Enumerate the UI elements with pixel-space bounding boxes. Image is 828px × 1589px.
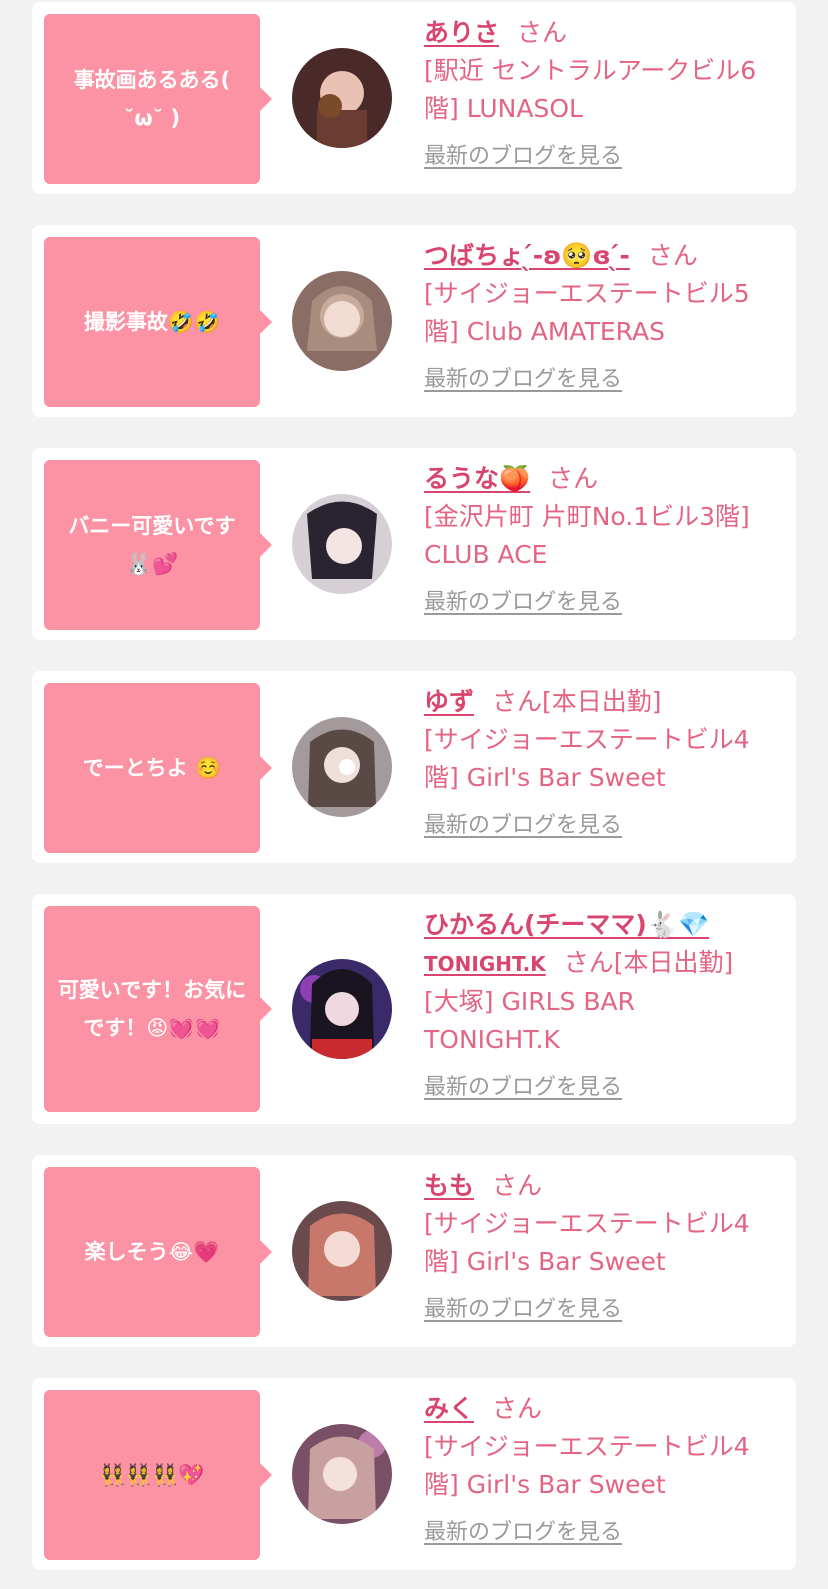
latest-blog-link[interactable]: 最新のブログを見る (424, 1295, 622, 1325)
comment-bubble: 事故画あるある( ˘ω˘ ) (44, 14, 272, 184)
list-item: バニー可愛いです 🐰💕 るうな🍑 さん [金沢片町 片町No.1ビル3階] CLU… (32, 448, 796, 640)
name-row-sub: TONIGHT.K さん[本日出勤] (424, 944, 774, 983)
cast-info: ひかるん(チーママ)🐇💎 TONIGHT.K さん[本日出勤] [大塚] GIRL… (424, 906, 774, 1105)
name-suffix: さん (517, 18, 568, 47)
list-item: 可愛いです！お気にです！😡💓💓 ひかるん(チーママ)🐇💎 TONIGHT.K さん… (32, 894, 796, 1124)
latest-blog-link[interactable]: 最新のブログを見る (424, 142, 622, 172)
blog-feed: 事故画あるある( ˘ω˘ ) ありさ さん [駅近 セントラルアークビル6階] L… (0, 0, 828, 1589)
cast-subname-link[interactable]: TONIGHT.K (424, 952, 546, 976)
shop-info: [サイジョーエステートビル5階] Club AMATERAS (424, 279, 750, 346)
cast-name-link[interactable]: もも (424, 1171, 474, 1200)
list-item: でーとちよ ☺️ ゆず さん[本日出勤] [サイジョーエステートビル4階] Gir… (32, 671, 796, 863)
cast-name-link[interactable]: みく (424, 1394, 474, 1423)
avatar[interactable] (292, 494, 392, 594)
shop-info: [サイジョーエステートビル4階] Girl's Bar Sweet (424, 1432, 750, 1499)
list-item: 撮影事故🤣🤣 つばちょ‪‪ ̖́-‬ʚ🥺ɞ ̖́-‬ さん [サイジョーエステート… (32, 225, 796, 417)
comment-bubble: でーとちよ ☺️ (44, 683, 272, 853)
avatar[interactable] (292, 1201, 392, 1301)
name-suffix: さん (492, 1171, 543, 1200)
name-row: ありさ さん (424, 14, 774, 52)
avatar[interactable] (292, 271, 392, 371)
avatar[interactable] (292, 48, 392, 148)
latest-blog-link[interactable]: 最新のブログを見る (424, 1073, 622, 1103)
name-row: つばちょ‪‪ ̖́-‬ʚ🥺ɞ ̖́-‬ さん (424, 237, 774, 275)
list-item: 事故画あるある( ˘ω˘ ) ありさ さん [駅近 セントラルアークビル6階] L… (32, 2, 796, 194)
avatar[interactable] (292, 717, 392, 817)
comment-bubble: 👯‍♀️👯‍♀️👯‍♀️💖 (44, 1390, 272, 1560)
cast-name-link[interactable]: るうな🍑 (424, 464, 530, 493)
name-row: もも さん (424, 1167, 774, 1205)
cast-info: つばちょ‪‪ ̖́-‬ʚ🥺ɞ ̖́-‬ さん [サイジョーエステートビル5階] C… (424, 237, 774, 397)
shop-info: [サイジョーエステートビル4階] Girl's Bar Sweet (424, 725, 750, 792)
latest-blog-link[interactable]: 最新のブログを見る (424, 365, 622, 395)
name-suffix: さん[本日出勤] (492, 687, 662, 716)
shop-info: [サイジョーエステートビル4階] Girl's Bar Sweet (424, 1209, 750, 1276)
name-row: ゆず さん[本日出勤] (424, 683, 774, 721)
list-item: 👯‍♀️👯‍♀️👯‍♀️💖 みく さん [サイジョーエステートビル4階] Girl… (32, 1378, 796, 1570)
name-row: るうな🍑 さん (424, 460, 774, 498)
comment-bubble: 可愛いです！お気にです！😡💓💓 (44, 906, 272, 1112)
name-suffix: さん[本日出勤] (563, 948, 734, 977)
comment-bubble: 楽しそう😂💗 (44, 1167, 272, 1337)
cast-info: もも さん [サイジョーエステートビル4階] Girl's Bar Sweet 最… (424, 1167, 774, 1327)
latest-blog-link[interactable]: 最新のブログを見る (424, 811, 622, 841)
avatar[interactable] (292, 1424, 392, 1524)
shop-info: [大塚] GIRLS BAR TONIGHT.K (424, 987, 635, 1054)
cast-info: るうな🍑 さん [金沢片町 片町No.1ビル3階] CLUB ACE 最新のブログ… (424, 460, 774, 620)
name-row: ひかるん(チーママ)🐇💎 (424, 906, 774, 944)
shop-info: [金沢片町 片町No.1ビル3階] CLUB ACE (424, 502, 750, 569)
cast-info: みく さん [サイジョーエステートビル4階] Girl's Bar Sweet 最… (424, 1390, 774, 1550)
name-suffix: さん (548, 464, 599, 493)
name-suffix: さん (647, 241, 698, 270)
latest-blog-link[interactable]: 最新のブログを見る (424, 1518, 622, 1548)
cast-name-link[interactable]: ひかるん(チーママ)🐇💎 (424, 910, 709, 939)
cast-name-link[interactable]: ゆず (424, 687, 474, 716)
cast-info: ゆず さん[本日出勤] [サイジョーエステートビル4階] Girl's Bar S… (424, 683, 774, 843)
shop-info: [駅近 セントラルアークビル6階] LUNASOL (424, 56, 757, 123)
name-row: みく さん (424, 1390, 774, 1428)
list-item: 楽しそう😂💗 もも さん [サイジョーエステートビル4階] Girl's Bar … (32, 1155, 796, 1347)
cast-name-link[interactable]: つばちょ‪‪ ̖́-‬ʚ🥺ɞ ̖́-‬ (424, 241, 630, 270)
comment-bubble: バニー可愛いです 🐰💕 (44, 460, 272, 630)
latest-blog-link[interactable]: 最新のブログを見る (424, 588, 622, 618)
cast-name-link[interactable]: ありさ (424, 18, 499, 47)
comment-bubble: 撮影事故🤣🤣 (44, 237, 272, 407)
avatar[interactable] (292, 959, 392, 1059)
name-suffix: さん (492, 1394, 543, 1423)
cast-info: ありさ さん [駅近 セントラルアークビル6階] LUNASOL 最新のブログを見… (424, 14, 774, 174)
